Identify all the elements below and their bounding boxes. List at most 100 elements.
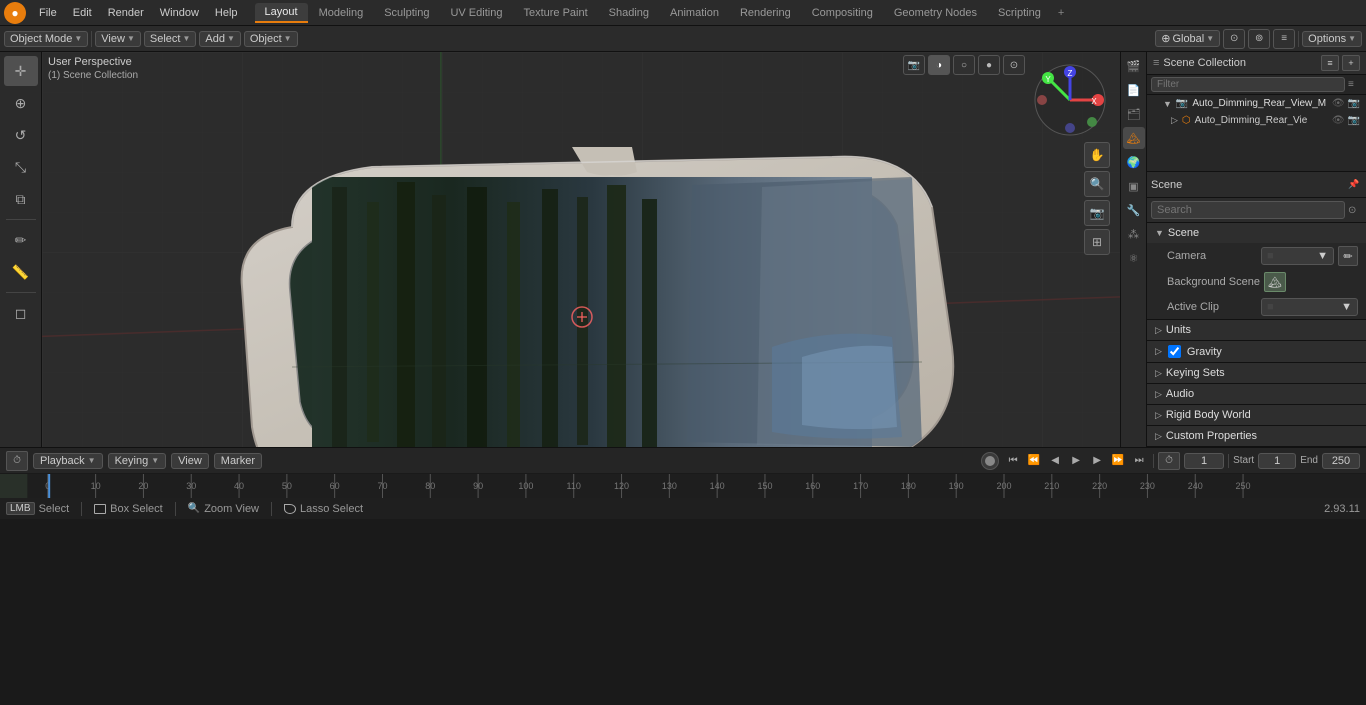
physics-props-btn[interactable]: ⚛ [1123,247,1145,269]
transform-tool[interactable]: ⧉ [4,184,38,214]
active-clip-value[interactable]: ■ ▼ [1261,298,1358,316]
object-dropdown[interactable]: Object ▼ [244,31,298,47]
scene-section-header[interactable]: ▼ Scene [1147,223,1366,243]
proportional-btn[interactable]: ⊚ [1248,29,1270,49]
3d-viewport[interactable]: User Perspective (1) Scene Collection 📷 … [42,52,1120,447]
units-section-header[interactable]: ▷ Units [1147,320,1366,340]
tab-shading[interactable]: Shading [599,4,659,22]
menu-render[interactable]: Render [101,5,151,21]
background-scene-icon-btn[interactable]: 🏔 [1264,272,1286,292]
tab-layout[interactable]: Layout [255,3,308,23]
zoom-btn[interactable]: 🔍 [1084,171,1110,197]
tab-uv-editing[interactable]: UV Editing [440,4,512,22]
view-layer-props-btn[interactable]: 🗂 [1123,103,1145,125]
outliner-filter-btn[interactable]: ≡ [1321,55,1339,71]
scene-props-btn[interactable]: 🏔 [1123,127,1145,149]
camera-pick-btn[interactable]: ✏ [1338,246,1358,266]
next-keyframe-btn[interactable]: ▶ [1087,453,1107,469]
add-cube-tool[interactable]: ◻ [4,298,38,328]
frame-timer-btn[interactable]: ⏱ [1158,452,1180,470]
current-frame-input[interactable]: 1 [1184,453,1224,469]
tab-compositing[interactable]: Compositing [802,4,883,22]
menu-help[interactable]: Help [208,5,245,21]
viewport-shading-solid[interactable]: ◑ [928,55,950,75]
menu-file[interactable]: File [32,5,64,21]
move-tool[interactable]: ⊕ [4,88,38,118]
transform-btn[interactable]: ≡ [1273,29,1295,49]
prev-keyframe-btn[interactable]: ◀ [1045,453,1065,469]
start-frame-input[interactable]: 1 [1258,453,1296,469]
viewport-camera-btn[interactable]: 📷 [903,55,925,75]
prop-pin-btn[interactable]: 📌 [1346,178,1362,192]
frame-btn[interactable]: ⊞ [1084,229,1110,255]
viewport-shading-render[interactable]: ● [978,55,1000,75]
custom-props-header[interactable]: ▷ Custom Properties [1147,426,1366,446]
svg-text:90: 90 [473,481,483,491]
scale-tool[interactable]: ⤡ [4,152,38,182]
cursor-tool[interactable]: ✛ [4,56,38,86]
tab-rendering[interactable]: Rendering [730,4,801,22]
prev-frame-btn[interactable]: ⏪ [1024,453,1044,469]
tab-geometry-nodes[interactable]: Geometry Nodes [884,4,987,22]
outliner-add-btn[interactable]: + [1342,55,1360,71]
marker-dropdown[interactable]: Marker [214,453,262,469]
viewport-overlay-btn[interactable]: ⊙ [1003,55,1025,75]
rigid-body-header[interactable]: ▷ Rigid Body World [1147,405,1366,425]
camera-view-btn[interactable]: 📷 [1084,200,1110,226]
tab-add[interactable]: + [1052,5,1070,21]
jump-end-btn[interactable]: ⏭ [1129,453,1149,469]
keying-sets-header[interactable]: ▷ Keying Sets [1147,363,1366,383]
menu-window[interactable]: Window [153,5,206,21]
object-props-btn[interactable]: ▣ [1123,175,1145,197]
timeline-clock-btn[interactable]: ⏱ [6,451,28,471]
gravity-section-header[interactable]: ▷ Gravity [1147,341,1366,362]
add-dropdown[interactable]: Add ▼ [199,31,241,47]
record-btn[interactable] [981,452,999,470]
menu-edit[interactable]: Edit [66,5,99,21]
measure-tool[interactable]: 📏 [4,257,38,287]
outliner-render-1[interactable]: 📷 [1348,115,1360,126]
view-dropdown[interactable]: View ▼ [95,31,141,47]
camera-value[interactable]: ■ ▼ [1261,247,1334,265]
snap-btn[interactable]: ⊙ [1223,29,1245,49]
gravity-checkbox[interactable] [1168,345,1181,358]
outliner-search-input[interactable] [1151,77,1345,92]
outliner-vis-0[interactable]: 👁 [1332,98,1345,109]
next-frame-btn[interactable]: ⏩ [1108,453,1128,469]
particles-props-btn[interactable]: ⁂ [1123,223,1145,245]
view-dropdown[interactable]: View [171,453,209,469]
object-mode-dropdown[interactable]: Object Mode ▼ [4,31,88,47]
select-dropdown[interactable]: Select ▼ [144,31,197,47]
playback-dropdown[interactable]: Playback ▼ [33,453,103,469]
outliner-render-0[interactable]: 📷 [1348,98,1360,109]
audio-section-header[interactable]: ▷ Audio [1147,384,1366,404]
global-dropdown[interactable]: ⊕ Global ▼ [1155,30,1220,47]
tab-texture-paint[interactable]: Texture Paint [513,4,597,22]
tab-modeling[interactable]: Modeling [309,4,374,22]
tab-scripting[interactable]: Scripting [988,4,1051,22]
tab-animation[interactable]: Animation [660,4,729,22]
collection-label: (1) Scene Collection [48,70,138,81]
world-props-btn[interactable]: 🌍 [1123,151,1145,173]
timeline-ruler[interactable]: 0 10 20 30 40 50 60 70 80 90 100 110 120 [0,474,1366,498]
end-frame-input[interactable]: 250 [1322,453,1360,469]
output-props-btn[interactable]: 📄 [1123,79,1145,101]
rotate-tool[interactable]: ↺ [4,120,38,150]
modifier-props-btn[interactable]: 🔧 [1123,199,1145,221]
outliner-item-1[interactable]: ▷ ⬡ Auto_Dimming_Rear_Vie 👁 📷 [1147,112,1366,129]
annotate-tool[interactable]: ✏ [4,225,38,255]
navigation-gizmo[interactable]: X Y Z [1030,60,1110,140]
render-props-btn[interactable]: 🎬 [1123,55,1145,77]
outliner-item-0[interactable]: ▼ 📷 Auto_Dimming_Rear_View_M 👁 📷 [1147,95,1366,112]
viewport-perspective-label: User Perspective [48,56,132,68]
pan-tool-btn[interactable]: ✋ [1084,142,1110,168]
tab-sculpting[interactable]: Sculpting [374,4,439,22]
viewport-shading-material[interactable]: ○ [953,55,975,75]
keying-dropdown[interactable]: Keying ▼ [108,453,167,469]
outliner-vis-1[interactable]: 👁 [1332,115,1345,126]
gravity-section: ▷ Gravity [1147,341,1366,363]
options-dropdown[interactable]: Options ▼ [1302,31,1362,47]
play-btn[interactable]: ▶ [1066,453,1086,469]
jump-start-btn[interactable]: ⏮ [1003,453,1023,469]
properties-search-input[interactable] [1151,201,1345,219]
